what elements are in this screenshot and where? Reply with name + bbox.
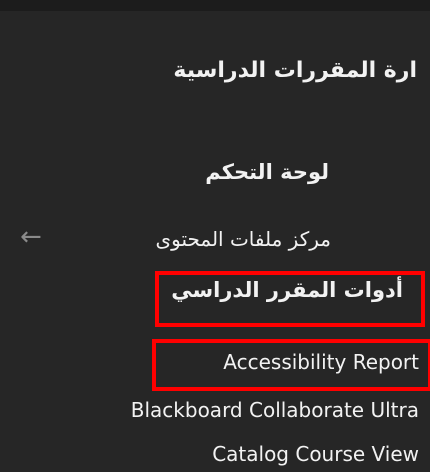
course-management-title[interactable]: ارة المقررات الدراسية bbox=[173, 58, 417, 83]
menu-item-blackboard-collaborate-ultra[interactable]: Blackboard Collaborate Ultra bbox=[131, 398, 419, 422]
menu-item-content-collection[interactable]: مركز ملفات المحتوى bbox=[155, 227, 331, 251]
page-edge-strip bbox=[430, 0, 439, 472]
menu-item-accessibility-report[interactable]: Accessibility Report bbox=[223, 350, 419, 374]
menu-item-control-panel[interactable]: لوحة التحكم bbox=[205, 160, 329, 184]
menu-item-catalog-course-view[interactable]: Catalog Course View bbox=[212, 442, 419, 466]
menu-item-course-tools[interactable]: أدوات المقرر الدراسي bbox=[171, 278, 403, 302]
course-management-panel: ارة المقررات الدراسية لوحة التحكم ← مركز… bbox=[0, 0, 439, 472]
back-arrow-icon[interactable]: ← bbox=[20, 224, 64, 250]
top-bar bbox=[0, 0, 430, 11]
